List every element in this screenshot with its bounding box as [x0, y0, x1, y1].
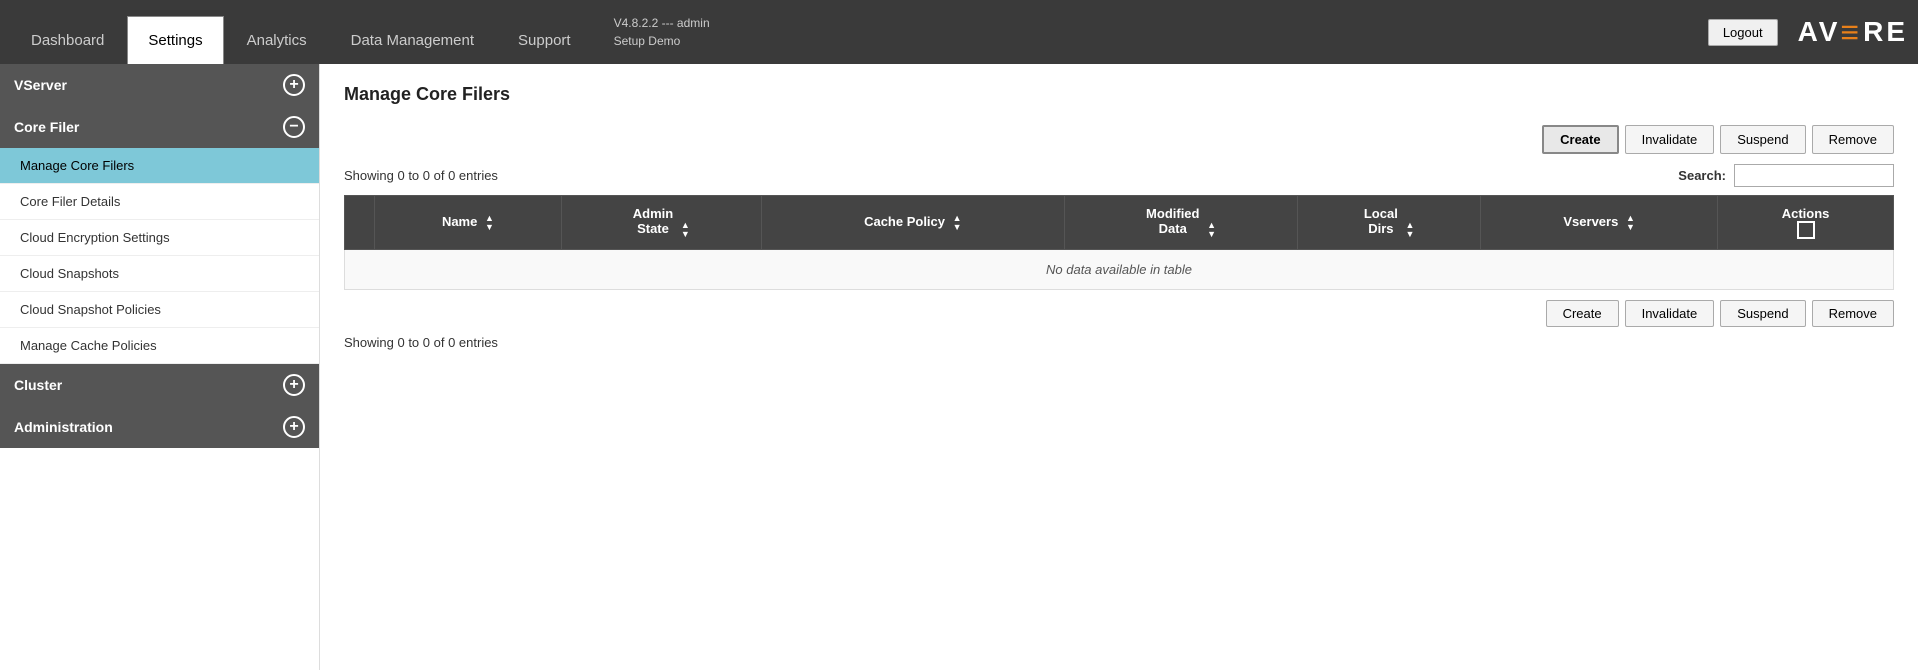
- modified-data-sort-icon[interactable]: ▲▼: [1207, 221, 1216, 239]
- content-area: Manage Core Filers Create Invalidate Sus…: [320, 64, 1918, 670]
- showing-text-bottom: Showing 0 to 0 of 0 entries: [344, 335, 1894, 350]
- sidebar-section-core-filer-label: Core Filer: [14, 119, 79, 135]
- vserver-expand-icon[interactable]: +: [283, 74, 305, 96]
- suspend-button-bottom[interactable]: Suspend: [1720, 300, 1805, 327]
- cluster-expand-icon[interactable]: +: [283, 374, 305, 396]
- admin-state-sort-icon[interactable]: ▲▼: [681, 221, 690, 239]
- sidebar-section-administration[interactable]: Administration +: [0, 406, 319, 448]
- top-bar: Dashboard Settings Analytics Data Manage…: [0, 0, 1918, 64]
- remove-button-bottom[interactable]: Remove: [1812, 300, 1894, 327]
- sidebar-item-manage-core-filers[interactable]: Manage Core Filers: [0, 148, 319, 184]
- sidebar-section-cluster[interactable]: Cluster +: [0, 364, 319, 406]
- create-button-bottom[interactable]: Create: [1546, 300, 1619, 327]
- administration-expand-icon[interactable]: +: [283, 416, 305, 438]
- vservers-sort-icon[interactable]: ▲▼: [1626, 214, 1635, 232]
- sidebar-item-core-filer-details[interactable]: Core Filer Details: [0, 184, 319, 220]
- showing-text-top: Showing 0 to 0 of 0 entries: [344, 168, 498, 183]
- tab-analytics[interactable]: Analytics: [226, 16, 328, 64]
- sidebar-section-administration-label: Administration: [14, 419, 113, 435]
- sidebar-item-cloud-encryption-settings[interactable]: Cloud Encryption Settings: [0, 220, 319, 256]
- tab-dashboard[interactable]: Dashboard: [10, 16, 125, 64]
- main-layout: VServer + Core Filer − Manage Core Filer…: [0, 64, 1918, 670]
- sidebar-item-cloud-snapshots[interactable]: Cloud Snapshots: [0, 256, 319, 292]
- col-actions: Actions: [1718, 196, 1894, 250]
- col-vservers[interactable]: Vservers ▲▼: [1481, 196, 1718, 250]
- sidebar-item-cloud-snapshot-policies[interactable]: Cloud Snapshot Policies: [0, 292, 319, 328]
- sidebar-section-vserver[interactable]: VServer +: [0, 64, 319, 106]
- top-bar-right: Logout AV≡RE: [1708, 14, 1908, 51]
- cache-policy-sort-icon[interactable]: ▲▼: [953, 214, 962, 232]
- no-data-cell: No data available in table: [345, 250, 1894, 290]
- search-label: Search:: [1678, 168, 1726, 183]
- sidebar-section-vserver-label: VServer: [14, 77, 67, 93]
- col-local-dirs[interactable]: LocalDirs ▲▼: [1298, 196, 1481, 250]
- col-cache-policy[interactable]: Cache Policy ▲▼: [761, 196, 1064, 250]
- avere-logo: AV≡RE: [1798, 14, 1908, 51]
- sidebar: VServer + Core Filer − Manage Core Filer…: [0, 64, 320, 670]
- info-bar-top: Showing 0 to 0 of 0 entries Search:: [344, 164, 1894, 187]
- invalidate-button-top[interactable]: Invalidate: [1625, 125, 1715, 154]
- search-area: Search:: [1678, 164, 1894, 187]
- page-title: Manage Core Filers: [344, 84, 1894, 105]
- tab-settings[interactable]: Settings: [127, 16, 223, 64]
- sidebar-item-manage-cache-policies[interactable]: Manage Cache Policies: [0, 328, 319, 364]
- nav-tabs: Dashboard Settings Analytics Data Manage…: [10, 0, 594, 64]
- bottom-toolbar: Create Invalidate Suspend Remove: [344, 300, 1894, 327]
- top-toolbar: Create Invalidate Suspend Remove: [344, 125, 1894, 154]
- name-sort-icon[interactable]: ▲▼: [485, 214, 494, 232]
- table-header-row: Name ▲▼ AdminState ▲▼ Cache Policy ▲▼ Mo…: [345, 196, 1894, 250]
- sidebar-section-cluster-label: Cluster: [14, 377, 62, 393]
- version-info: V4.8.2.2 --- admin Setup Demo: [614, 14, 710, 50]
- col-name[interactable]: Name ▲▼: [375, 196, 562, 250]
- create-button-top[interactable]: Create: [1542, 125, 1618, 154]
- suspend-button-top[interactable]: Suspend: [1720, 125, 1805, 154]
- no-data-row: No data available in table: [345, 250, 1894, 290]
- remove-button-top[interactable]: Remove: [1812, 125, 1894, 154]
- core-filer-expand-icon[interactable]: −: [283, 116, 305, 138]
- col-modified-data[interactable]: ModifiedData ▲▼: [1065, 196, 1298, 250]
- col-selector: [345, 196, 375, 250]
- data-table: Name ▲▼ AdminState ▲▼ Cache Policy ▲▼ Mo…: [344, 195, 1894, 290]
- search-input[interactable]: [1734, 164, 1894, 187]
- sidebar-section-core-filer[interactable]: Core Filer −: [0, 106, 319, 148]
- tab-support[interactable]: Support: [497, 16, 592, 64]
- col-admin-state[interactable]: AdminState ▲▼: [561, 196, 761, 250]
- tab-data-management[interactable]: Data Management: [330, 16, 495, 64]
- invalidate-button-bottom[interactable]: Invalidate: [1625, 300, 1715, 327]
- logout-button[interactable]: Logout: [1708, 19, 1778, 46]
- actions-checkbox[interactable]: [1797, 221, 1815, 239]
- local-dirs-sort-icon[interactable]: ▲▼: [1405, 221, 1414, 239]
